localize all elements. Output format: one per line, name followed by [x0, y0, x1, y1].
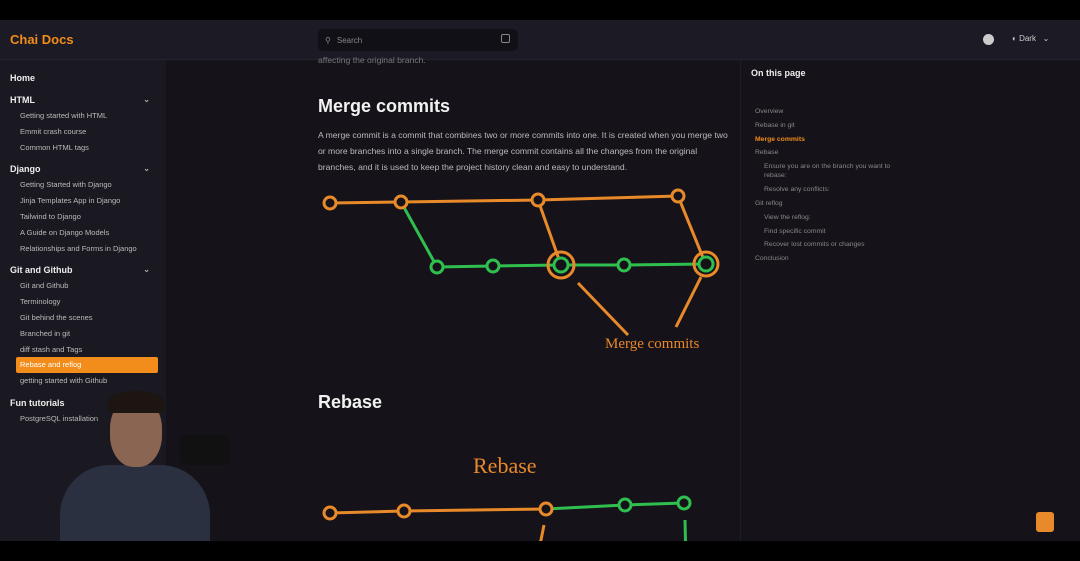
- chevron-down-icon: ⌄: [143, 95, 150, 104]
- merge-diagram-label: Merge commits: [605, 336, 699, 352]
- sidebar-item[interactable]: Jinja Templates App in Django: [16, 193, 158, 209]
- sidebar-item[interactable]: Getting Started with Django: [16, 177, 158, 193]
- toc-item[interactable]: Find specific commit: [764, 227, 914, 236]
- sidebar-item[interactable]: A Guide on Django Models: [16, 225, 158, 241]
- toc-item[interactable]: Recover lost commits or changes: [764, 240, 914, 249]
- toc-item[interactable]: Git reflog: [755, 199, 905, 208]
- toc-item[interactable]: Ensure you are on the branch you want to…: [764, 162, 914, 180]
- sidebar-item[interactable]: Tailwind to Django: [16, 209, 158, 225]
- toc-title: On this page: [751, 68, 806, 78]
- toc-item[interactable]: Rebase in git: [755, 121, 905, 130]
- keyboard-shortcut-icon: [501, 34, 510, 43]
- section-title: Git and Github: [10, 265, 73, 276]
- search-input[interactable]: ⚲ Search: [318, 29, 518, 51]
- sidebar-item[interactable]: Rebase and reflog: [16, 357, 158, 374]
- section-title: Django: [10, 164, 41, 175]
- sidebar-item[interactable]: Common HTML tags: [16, 140, 158, 156]
- github-icon[interactable]: [983, 34, 994, 45]
- sidebar-item[interactable]: Emmit crash course: [16, 124, 158, 140]
- sidebar-section-0[interactable]: HTML ⌄: [0, 92, 166, 108]
- browser-viewport: Chai Docs ⚲ Search ◐ Dark ⌄ Home HTML ⌄ Ge…: [0, 20, 1080, 541]
- chevron-down-icon: ⌄: [143, 265, 150, 275]
- previous-text: affecting the original branch.: [318, 55, 426, 65]
- merge-paragraph: A merge commit is a commit that combines…: [318, 130, 728, 172]
- sidebar-item[interactable]: Relationships and Forms in Django: [16, 241, 158, 257]
- sidebar-item[interactable]: Terminology: [16, 294, 158, 310]
- search-placeholder: Search: [336, 35, 363, 45]
- search-icon: ⚲: [325, 35, 331, 45]
- webcam-overlay: [40, 375, 240, 541]
- sidebar-item[interactable]: Branched in git: [16, 326, 158, 342]
- chevron-down-icon: ⌄: [143, 164, 150, 174]
- rebase-diagram-label: Rebase: [473, 453, 537, 478]
- toc-item[interactable]: Overview: [755, 107, 905, 116]
- logo-icon: [1036, 512, 1054, 532]
- table-of-contents: On this page Overview Rebase in git Merge …: [740, 60, 920, 541]
- merge-commits-diagram: Merge commits: [322, 188, 720, 352]
- toc-item[interactable]: Rebase: [755, 148, 905, 157]
- sidebar-item[interactable]: Git behind the scenes: [16, 310, 158, 326]
- rebase-diagram: Rebase: [322, 453, 692, 541]
- theme-label: Dark: [1019, 34, 1036, 43]
- section-title: HTML: [10, 95, 35, 105]
- sidebar-item[interactable]: Git and Github: [16, 278, 158, 294]
- theme-select[interactable]: ◐ Dark ⌄: [1012, 34, 1049, 43]
- sidebar-section-2[interactable]: Git and Github ⌄: [0, 262, 166, 278]
- toc-item[interactable]: Conclusion: [755, 254, 905, 263]
- sidebar-item[interactable]: Getting started with HTML: [16, 108, 158, 124]
- sidebar-item[interactable]: diff stash and Tags: [16, 342, 158, 358]
- sidebar-section-1[interactable]: Django ⌄: [0, 161, 166, 177]
- toc-item[interactable]: Merge commits: [755, 135, 905, 144]
- toc-item[interactable]: View the reflog:: [764, 213, 914, 222]
- heading-merge-commits: Merge commits: [318, 96, 451, 116]
- brand-logo[interactable]: Chai Docs: [10, 32, 74, 47]
- toc-item[interactable]: Resolve any conflicts:: [764, 185, 914, 194]
- heading-rebase: Rebase: [318, 392, 383, 412]
- sidebar-home[interactable]: Home: [0, 70, 166, 86]
